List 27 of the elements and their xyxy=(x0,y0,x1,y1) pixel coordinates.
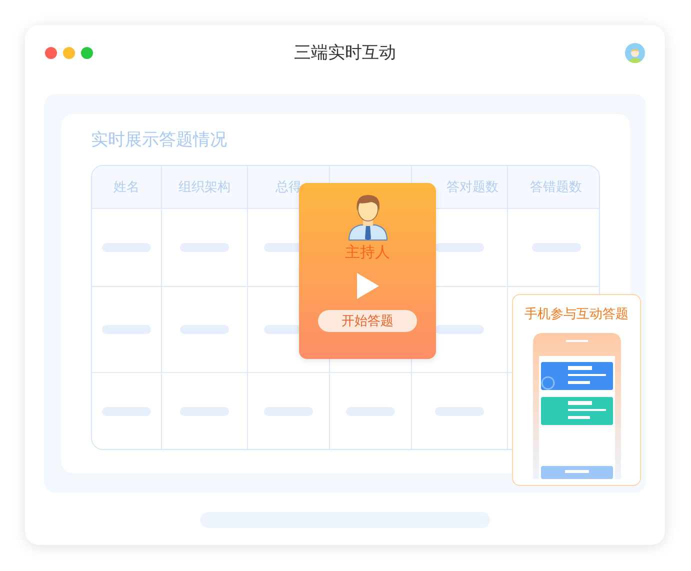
placeholder-bar xyxy=(180,406,229,416)
placeholder-bar xyxy=(102,243,151,252)
placeholder-bar xyxy=(102,406,151,416)
play-icon[interactable] xyxy=(356,272,380,300)
column-header: 姓名 xyxy=(114,179,140,196)
avatar-icon[interactable] xyxy=(625,42,645,62)
minimize-dot-icon[interactable] xyxy=(63,46,75,58)
placeholder-bar xyxy=(180,325,229,334)
placeholder-bar xyxy=(435,243,484,252)
host-label: 主持人 xyxy=(345,243,390,262)
column-header: 答错题数 xyxy=(530,179,582,196)
column-header: 组织架构 xyxy=(178,179,230,196)
column-header: 答对题数 xyxy=(446,179,498,196)
phone-card-title: 手机参与互动答题 xyxy=(524,306,628,323)
close-dot-icon[interactable] xyxy=(45,46,57,58)
start-button[interactable]: 开始答题 xyxy=(318,310,417,332)
placeholder-bar xyxy=(346,406,395,416)
board-heading: 实时展示答题情况 xyxy=(91,129,228,151)
placeholder-bar xyxy=(264,406,313,416)
maximize-dot-icon[interactable] xyxy=(81,46,93,58)
placeholder-bar xyxy=(180,243,229,252)
placeholder-bar xyxy=(532,243,580,252)
column-header: 总得 xyxy=(276,179,302,196)
placeholder-bar xyxy=(102,325,151,334)
window-title: 三端实时互动 xyxy=(294,42,396,64)
placeholder-bar xyxy=(435,406,484,416)
placeholder-bar xyxy=(435,325,484,334)
